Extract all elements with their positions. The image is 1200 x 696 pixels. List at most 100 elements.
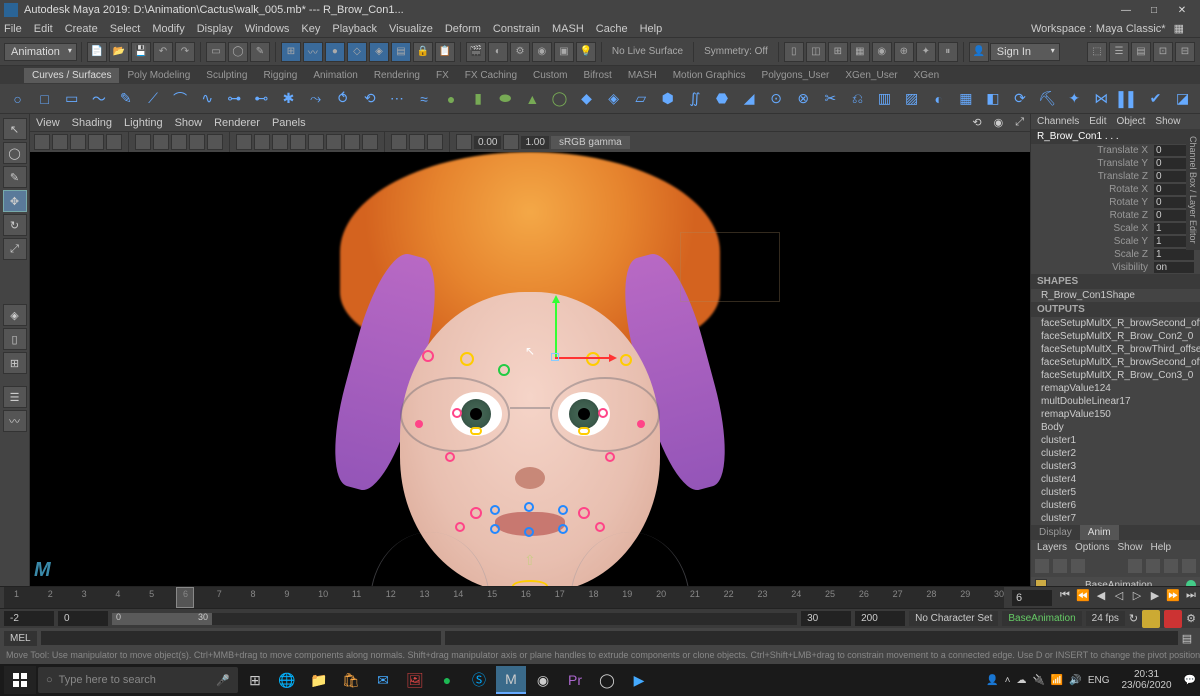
attach-icon[interactable]: ⊶ xyxy=(222,86,247,112)
account-icon[interactable]: 👤 xyxy=(969,42,989,62)
menu-edit[interactable]: Edit xyxy=(34,23,53,35)
store-icon[interactable]: 🛍 xyxy=(336,666,366,694)
shelf-tab-fx[interactable]: FX xyxy=(428,68,457,83)
intersect-icon[interactable]: ⊗ xyxy=(791,86,816,112)
panel-corner-icon-3[interactable]: ⤢ xyxy=(1015,116,1024,129)
channel-box-side-tab[interactable]: Channel Box / Layer Editor xyxy=(1186,130,1200,250)
undo-icon[interactable]: ↶ xyxy=(153,42,173,62)
render-icon[interactable]: 🎬 xyxy=(466,42,486,62)
eye-control-r[interactable] xyxy=(598,408,608,418)
mic-icon[interactable]: 🎤 xyxy=(216,674,230,687)
cb-output-node[interactable]: remapValue124 xyxy=(1031,382,1200,395)
nurbs-square-icon[interactable]: □ xyxy=(32,86,57,112)
shelf-tab-rendering[interactable]: Rendering xyxy=(366,68,428,83)
cheek-r[interactable] xyxy=(605,452,615,462)
shelf-tab-custom[interactable]: Custom xyxy=(525,68,575,83)
auto-key-toggle[interactable] xyxy=(1142,610,1160,628)
attach-surf-icon[interactable]: ▥ xyxy=(872,86,897,112)
panel-renderer[interactable]: Renderer xyxy=(214,117,260,129)
grid-icon[interactable] xyxy=(135,134,151,150)
snap-grid-icon[interactable]: ⊞ xyxy=(281,42,301,62)
shelf-tab-sculpting[interactable]: Sculpting xyxy=(198,68,255,83)
brow-control-r[interactable] xyxy=(586,352,600,366)
bevel-icon[interactable]: ◢ xyxy=(737,86,762,112)
character-set-dropdown[interactable]: No Character Set xyxy=(909,611,998,626)
cb-menu-show[interactable]: Show xyxy=(1155,116,1180,127)
loft-icon[interactable]: ◈ xyxy=(601,86,626,112)
insert-iso-icon[interactable]: ▦ xyxy=(953,86,978,112)
menu-set-dropdown[interactable]: Animation xyxy=(4,43,77,61)
cb-output-node[interactable]: faceSetupMultX_R_browSecond_offs... xyxy=(1031,356,1200,369)
fps-dropdown[interactable]: 24 fps xyxy=(1086,611,1125,626)
nurbs-cube-icon[interactable]: ▮ xyxy=(466,86,491,112)
planar-icon[interactable]: ▱ xyxy=(628,86,653,112)
people-icon[interactable]: 👤 xyxy=(986,675,998,686)
panel-layout-icon-3[interactable]: ⊞ xyxy=(828,42,848,62)
skype-icon[interactable]: Ⓢ xyxy=(464,666,494,694)
wifi-icon[interactable]: 📶 xyxy=(1051,675,1063,686)
chrome-icon[interactable]: ◉ xyxy=(528,666,558,694)
menu-help[interactable]: Help xyxy=(640,23,663,35)
motion-blur-icon[interactable] xyxy=(344,134,360,150)
start-button[interactable] xyxy=(4,666,36,694)
symmetry-label[interactable]: Symmetry: Off xyxy=(704,46,768,57)
cb-node-name[interactable]: R_Brow_Con1 . . . xyxy=(1031,129,1200,144)
ao-icon[interactable] xyxy=(326,134,342,150)
cb-attr-row[interactable]: Scale Y1 xyxy=(1031,235,1200,248)
workspace-options-icon[interactable]: ▦ xyxy=(1174,22,1184,35)
mouth-corner-r[interactable] xyxy=(578,507,590,519)
cb-attr-row[interactable]: Visibilityon xyxy=(1031,261,1200,274)
ipr-icon[interactable]: ◐ xyxy=(488,42,508,62)
layout-four[interactable]: ⊞ xyxy=(3,352,27,374)
exposure-icon[interactable] xyxy=(456,134,472,150)
upper-lip-l[interactable] xyxy=(490,505,500,515)
modeling-toolkit-icon[interactable]: ⬚ xyxy=(1087,42,1107,62)
check-icon[interactable]: ✔ xyxy=(1143,86,1168,112)
panel-layout-icon-2[interactable]: ◫ xyxy=(806,42,826,62)
toggle-icon-2[interactable]: ⊕ xyxy=(894,42,914,62)
xray-joints-icon[interactable] xyxy=(427,134,443,150)
smooth-shade-icon[interactable] xyxy=(254,134,270,150)
grease-pencil-icon[interactable] xyxy=(106,134,122,150)
scale-tool[interactable]: ⤢ xyxy=(3,238,27,260)
bezier-icon[interactable]: ⟋ xyxy=(140,86,165,112)
script-editor-icon[interactable]: ▤ xyxy=(1178,632,1196,645)
shelf-tab-animation[interactable]: Animation xyxy=(305,68,365,83)
select-mode-icon[interactable]: ▭ xyxy=(206,42,226,62)
cb-output-node[interactable]: cluster1 xyxy=(1031,434,1200,447)
arc-icon[interactable]: ⌒ xyxy=(168,86,193,112)
tool-settings-icon[interactable]: ⊡ xyxy=(1153,42,1173,62)
cb-menu-channels[interactable]: Channels xyxy=(1037,116,1079,127)
menu-file[interactable]: File xyxy=(4,23,22,35)
snap-point-icon[interactable]: ● xyxy=(325,42,345,62)
snap-view-icon[interactable]: ▤ xyxy=(391,42,411,62)
panel-shading[interactable]: Shading xyxy=(72,117,112,129)
video-player-icon[interactable]: ▶ xyxy=(624,666,654,694)
hypershade-icon[interactable]: ◉ xyxy=(532,42,552,62)
sign-in-dropdown[interactable]: Sign In xyxy=(990,43,1060,61)
use-lights-icon[interactable] xyxy=(290,134,306,150)
lower-lid-l[interactable] xyxy=(470,427,482,435)
panel-layout-icon-1[interactable]: ▯ xyxy=(784,42,804,62)
xray-icon[interactable] xyxy=(409,134,425,150)
birail-icon[interactable]: ∬ xyxy=(682,86,707,112)
lasso-icon[interactable]: ◯ xyxy=(228,42,248,62)
isolate-icon[interactable] xyxy=(391,134,407,150)
gate-mask-icon[interactable] xyxy=(189,134,205,150)
cb-attr-row[interactable]: Scale Z1 xyxy=(1031,248,1200,261)
cb-options-menu[interactable]: Options xyxy=(1075,542,1109,553)
cheek-l[interactable] xyxy=(445,452,455,462)
camera-select-icon[interactable] xyxy=(34,134,50,150)
language-indicator[interactable]: ENG xyxy=(1088,675,1110,686)
edge-icon[interactable]: 🌐 xyxy=(272,666,302,694)
cb-output-node[interactable]: multDoubleLinear17 xyxy=(1031,395,1200,408)
panel-lighting[interactable]: Lighting xyxy=(124,117,163,129)
bookmark-icon[interactable] xyxy=(52,134,68,150)
make-live-icon[interactable]: 🔒 xyxy=(413,42,433,62)
nurbs-cone-icon[interactable]: ▲ xyxy=(520,86,545,112)
revolve-icon[interactable]: ◆ xyxy=(574,86,599,112)
cb-help-menu[interactable]: Help xyxy=(1151,542,1172,553)
nurbs-plane-icon[interactable]: ▭ xyxy=(59,86,84,112)
taskbar-clock[interactable]: 20:31 23/06/2020 xyxy=(1121,669,1171,691)
trim-icon[interactable]: ✂ xyxy=(818,86,843,112)
